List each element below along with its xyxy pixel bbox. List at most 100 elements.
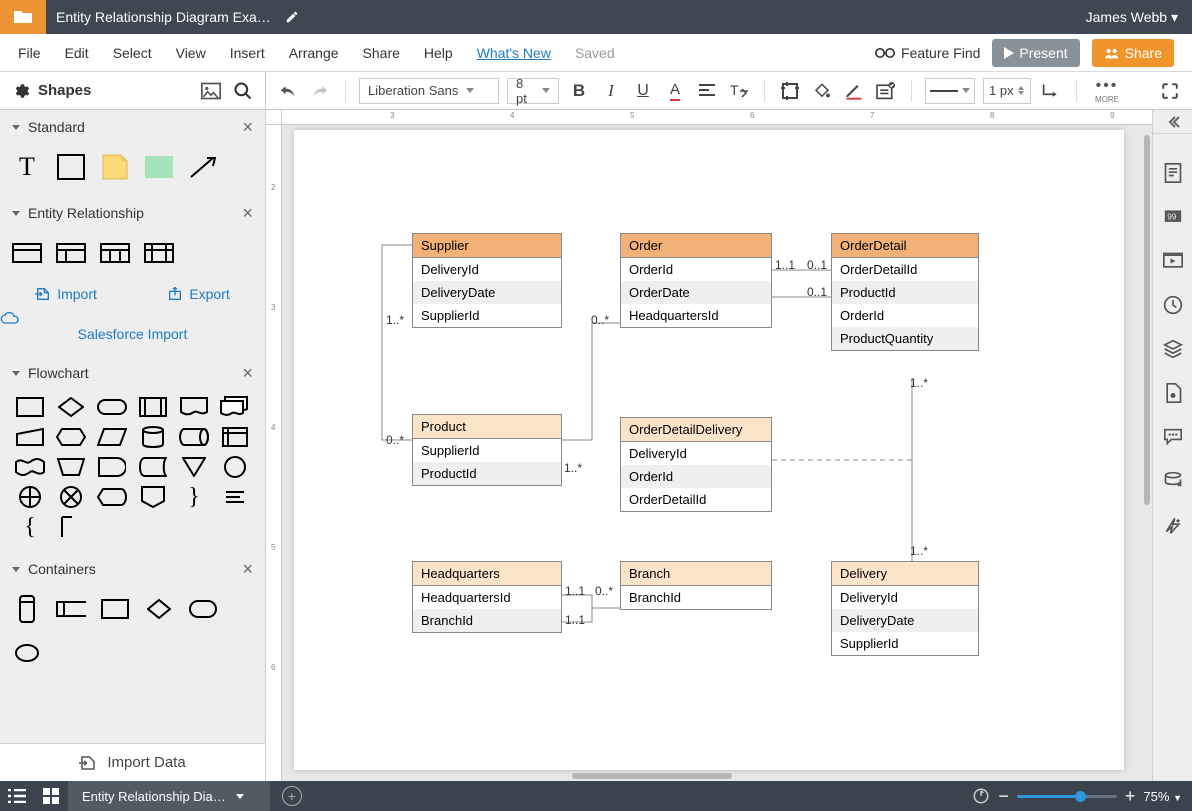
text-options-button[interactable]: T [727,79,751,103]
fc-terminator[interactable] [96,396,128,418]
align-button[interactable] [695,79,719,103]
line-routing-button[interactable] [1039,79,1063,103]
shape-cont4[interactable] [144,594,174,624]
fontsize-select[interactable]: 8 pt [507,78,559,104]
import-data-button[interactable]: Import Data [0,743,265,781]
shape-cont1[interactable] [12,594,42,624]
shape-cont6[interactable] [12,638,42,668]
menu-whatsnew[interactable]: What's New [477,45,551,61]
fc-card[interactable] [55,516,87,538]
fc-storeddata[interactable] [137,456,169,478]
fc-or[interactable] [14,486,46,508]
shape-er1[interactable] [12,238,42,268]
close-flowchart-icon[interactable]: × [242,363,253,384]
zoom-slider[interactable] [1017,795,1117,798]
entity-supplier[interactable]: Supplier DeliveryId DeliveryDate Supplie… [412,233,562,328]
undo-button[interactable] [276,79,300,103]
entity-supplier-row1[interactable]: DeliveryDate [413,281,561,304]
fc-papertape[interactable] [14,456,46,478]
shape-properties-button[interactable] [874,79,898,103]
fc-document[interactable] [178,396,210,418]
shape-block[interactable] [144,152,174,182]
entity-orderdetail-row1[interactable]: ProductId [832,281,978,304]
comments-icon[interactable]: 99 [1162,206,1184,228]
line-width-select[interactable]: 1 px [983,78,1031,104]
fc-sumjunc[interactable] [55,486,87,508]
zoom-out-button[interactable]: − [998,786,1009,807]
feature-find[interactable]: Feature Find [875,45,980,61]
fc-preparation[interactable] [55,426,87,448]
grid-view-icon[interactable] [34,781,68,811]
fc-database[interactable] [137,426,169,448]
share-button[interactable]: Share [1092,39,1174,67]
font-select[interactable]: Liberation Sans [359,78,499,104]
edit-title-icon[interactable] [285,10,299,24]
entity-supplier-row0[interactable]: DeliveryId [413,258,561,281]
redo-button[interactable] [308,79,332,103]
entity-delivery-row0[interactable]: DeliveryId [832,586,978,609]
entity-supplier-row2[interactable]: SupplierId [413,304,561,327]
fc-internalstorage[interactable] [219,426,251,448]
menu-insert[interactable]: Insert [230,45,265,61]
fc-display[interactable] [96,486,128,508]
fc-multidoc[interactable] [219,396,251,418]
more-button[interactable]: •••MORE [1090,79,1124,103]
fc-offpage[interactable] [137,486,169,508]
user-menu[interactable]: James Webb ▾ [1086,9,1192,26]
entity-delivery-row1[interactable]: DeliveryDate [832,609,978,632]
page-surface[interactable]: Supplier DeliveryId DeliveryDate Supplie… [294,130,1124,770]
fc-manualinput[interactable] [14,426,46,448]
entity-delivery[interactable]: Delivery DeliveryId DeliveryDate Supplie… [831,561,979,656]
entity-odd-row2[interactable]: OrderDetailId [621,488,771,511]
shape-crop-button[interactable] [778,79,802,103]
present-button[interactable]: Present [992,39,1079,67]
border-color-button[interactable] [842,79,866,103]
fc-merge[interactable] [178,456,210,478]
salesforce-import-link[interactable]: Salesforce Import [0,312,265,356]
bold-button[interactable]: B [567,79,591,103]
menu-arrange[interactable]: Arrange [289,45,339,61]
menu-file[interactable]: File [18,45,41,61]
fc-delay[interactable] [96,456,128,478]
presentation-icon[interactable] [1162,250,1184,272]
entity-orderdetail[interactable]: OrderDetail OrderDetailId ProductId Orde… [831,233,979,351]
shape-er4[interactable] [144,238,174,268]
chat-icon[interactable] [1162,426,1184,448]
underline-button[interactable]: U [631,79,655,103]
canvas[interactable]: 3456789 234567 [266,110,1152,781]
fill-color-button[interactable] [810,79,834,103]
entity-orderdetail-row3[interactable]: ProductQuantity [832,327,978,350]
fc-rect[interactable] [14,396,46,418]
masterpages-icon[interactable] [1162,382,1184,404]
shape-cont5[interactable] [188,594,218,624]
document-title[interactable]: Entity Relationship Diagram Exa… [46,9,299,25]
fc-connector[interactable] [219,456,251,478]
fc-brace-left[interactable]: { [14,516,46,538]
panel-entity[interactable]: Entity Relationship× [0,196,265,230]
import-link[interactable]: Import [35,286,97,302]
panel-flowchart[interactable]: Flowchart× [0,356,265,390]
add-page-button[interactable]: + [282,786,302,806]
shape-rect[interactable] [56,152,86,182]
v-scrollbar[interactable] [1142,125,1152,771]
collapse-right-icon[interactable] [1153,110,1192,134]
entity-delivery-row2[interactable]: SupplierId [832,632,978,655]
close-containers-icon[interactable]: × [242,559,253,580]
list-view-icon[interactable] [0,781,34,811]
search-shapes-icon[interactable] [233,81,253,101]
entity-order-row0[interactable]: OrderId [621,258,771,281]
entity-odd-row1[interactable]: OrderId [621,465,771,488]
shape-er3[interactable] [100,238,130,268]
fc-diamond[interactable] [55,396,87,418]
fc-predef[interactable] [137,396,169,418]
entity-product[interactable]: Product SupplierId ProductId [412,414,562,486]
panel-standard[interactable]: Standard× [0,110,265,144]
history-icon[interactable] [1162,294,1184,316]
page-settings-icon[interactable] [1162,162,1184,184]
export-link[interactable]: Export [167,286,229,302]
entity-odd-row0[interactable]: DeliveryId [621,442,771,465]
menu-view[interactable]: View [176,45,206,61]
fc-manualop[interactable] [55,456,87,478]
entity-order[interactable]: Order OrderId OrderDate HeadquartersId [620,233,772,328]
shape-cont3[interactable] [100,594,130,624]
